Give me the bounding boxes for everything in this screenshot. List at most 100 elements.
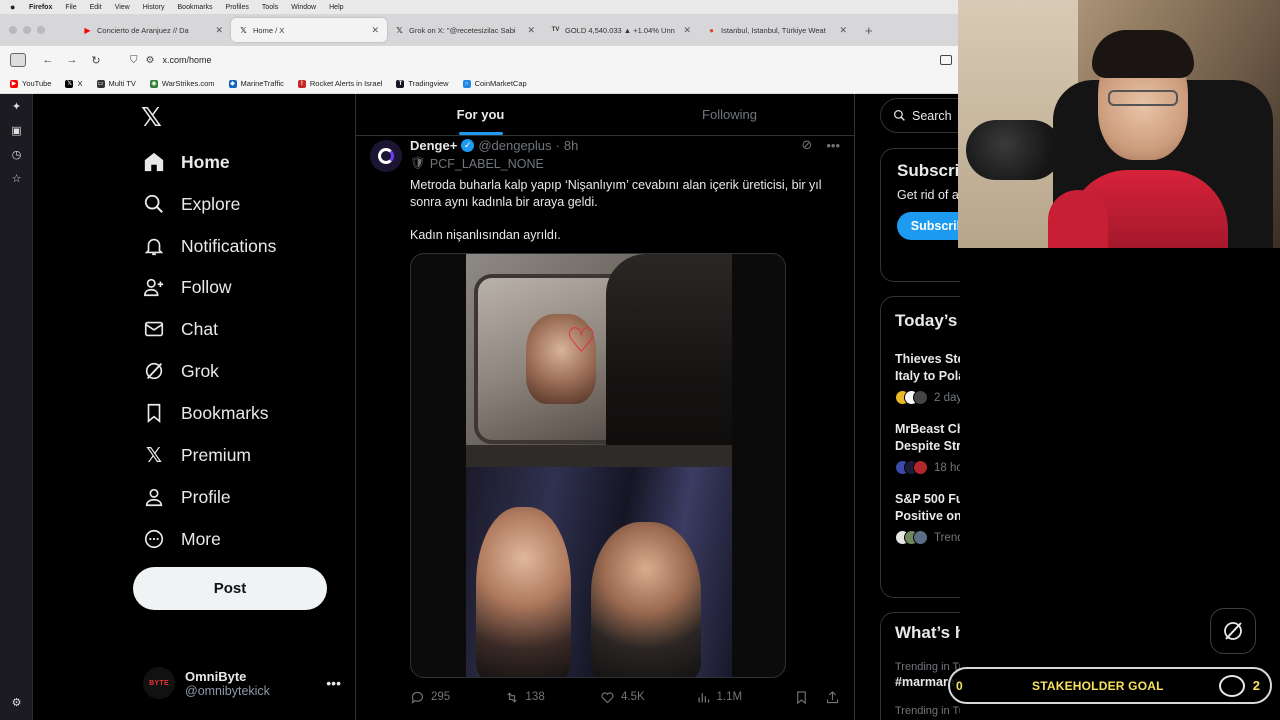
nav-explore[interactable]: Explore xyxy=(143,183,240,225)
nav-follow[interactable]: Follow xyxy=(143,266,232,308)
menu-help[interactable]: Help xyxy=(329,4,343,11)
search-icon xyxy=(894,110,905,121)
close-window-button[interactable] xyxy=(9,26,17,34)
x-logo-icon[interactable]: 𝕏 xyxy=(141,104,167,130)
browser-tab[interactable]: ▶ Concierto de Aranjuez // Da ✕ xyxy=(75,18,231,42)
share-icon[interactable] xyxy=(825,690,840,705)
bookmark-tradingview[interactable]: T Tradingview xyxy=(396,79,449,88)
menu-history[interactable]: History xyxy=(143,4,165,11)
views-button[interactable]: 1.1M xyxy=(696,690,794,705)
x-icon: 𝕏 xyxy=(396,25,403,35)
nav-label: Follow xyxy=(181,276,232,297)
nav-more[interactable]: More xyxy=(143,518,221,560)
grok-icon xyxy=(1224,622,1242,640)
volume-icon[interactable]: ▶ xyxy=(83,26,92,35)
tv-icon: ▭ xyxy=(96,79,105,88)
back-icon[interactable]: ← xyxy=(36,54,60,66)
browser-tab[interactable]: 𝕏 Grok on X: "@recetesizilac Sabi ✕ xyxy=(387,18,543,42)
whats-happening-card: What’s happening Trending in Turkey #mar… xyxy=(880,612,960,720)
bookmark-multi-tv[interactable]: ▭ Multi TV xyxy=(96,79,136,88)
menu-app[interactable]: Firefox xyxy=(29,4,52,11)
grok-floating-button[interactable] xyxy=(1210,608,1256,654)
reload-icon[interactable]: ↻ xyxy=(84,54,108,67)
bookmark-label: X xyxy=(77,79,83,88)
close-icon[interactable]: ✕ xyxy=(371,25,379,36)
close-icon[interactable]: ✕ xyxy=(215,25,223,36)
browser-tab-active[interactable]: 𝕏 Home / X ✕ xyxy=(231,18,387,42)
separator-dot: · xyxy=(555,137,560,153)
ship-icon: ◆ xyxy=(228,79,237,88)
tab-for-you[interactable]: For you xyxy=(356,94,605,135)
webcam-overlay xyxy=(958,0,1280,248)
browser-tab[interactable]: ● Istanbul, Istanbul, Türkiye Weat ✕ xyxy=(699,18,855,42)
menu-tools[interactable]: Tools xyxy=(262,4,278,11)
subscribe-button[interactable]: Subscribe xyxy=(897,212,960,240)
new-tab-icon[interactable]: + xyxy=(865,23,873,38)
shield-icon[interactable]: ⛉ xyxy=(130,55,138,66)
menu-profiles[interactable]: Profiles xyxy=(226,4,249,11)
tweet-time[interactable]: 8h xyxy=(564,138,578,153)
nav-profile[interactable]: Profile xyxy=(143,476,231,518)
reply-button[interactable]: 295 xyxy=(410,690,504,705)
nav-bookmarks[interactable]: Bookmarks xyxy=(143,392,269,434)
tweet-author-name[interactable]: Denge+ xyxy=(410,138,457,153)
menu-file[interactable]: File xyxy=(65,4,76,11)
bookmark-x[interactable]: 𝕏X xyxy=(65,79,83,88)
avatar[interactable] xyxy=(370,140,402,172)
more-dots-icon[interactable]: ••• xyxy=(326,675,341,691)
minimize-window-button[interactable] xyxy=(23,26,31,34)
repost-button[interactable]: 138 xyxy=(504,690,601,705)
tweet-author-handle[interactable]: @dengeplus xyxy=(478,138,551,153)
post-button[interactable]: Post xyxy=(133,567,327,610)
browser-tab[interactable]: TV GOLD 4,540.033 ▲ +1.04% Unn ✕ xyxy=(543,18,699,42)
close-icon[interactable]: ✕ xyxy=(839,25,847,36)
synced-tabs-icon[interactable]: ▣ xyxy=(0,118,33,142)
forward-icon[interactable]: → xyxy=(60,54,84,66)
tweet[interactable]: Denge+ ✓ @dengeplus · 8h ⊘ ••• 🛡 PCF_LAB… xyxy=(356,136,854,720)
bookmark-marinetraffic[interactable]: ◆ MarineTraffic xyxy=(228,79,284,88)
permissions-icon[interactable]: ⚙ xyxy=(146,55,155,66)
bookmark-youtube[interactable]: ▶ YouTube xyxy=(10,79,51,88)
apple-icon[interactable]: ● xyxy=(10,2,19,12)
account-switcher[interactable]: BYTE OmniByte @omnibytekick ••• xyxy=(143,660,341,706)
nav-label: Explore xyxy=(181,193,241,214)
bookmark-warstrikes[interactable]: ◉ WarStrikes.com xyxy=(149,79,215,88)
url-text[interactable]: x.com/home xyxy=(162,55,211,65)
news-item[interactable]: MrBeast Channel Faces 'Dying' Claims Des… xyxy=(895,421,960,475)
tab-following[interactable]: Following xyxy=(605,94,854,135)
bookmarks-star-icon[interactable]: ☆ xyxy=(0,166,33,190)
tweet-media[interactable]: ♡ xyxy=(410,253,786,678)
more-dots-icon[interactable]: ••• xyxy=(826,138,840,153)
nav-grok[interactable]: Grok xyxy=(143,350,219,392)
news-item[interactable]: S&P 500 Futures Erase All Losses and Tur… xyxy=(895,491,960,545)
bookmark-icon[interactable] xyxy=(794,690,809,705)
url-bar[interactable]: ⛉ ⚙ x.com/home xyxy=(130,55,940,66)
news-item[interactable]: Thieves Steal 12 Tons of KitKat Bars fro… xyxy=(895,351,960,405)
grok-icon[interactable]: ⊘ xyxy=(801,137,812,153)
menu-bookmarks[interactable]: Bookmarks xyxy=(178,4,213,11)
search-input[interactable]: Search xyxy=(880,98,960,133)
menu-view[interactable]: View xyxy=(115,4,130,11)
settings-icon[interactable]: ⚙ xyxy=(0,690,33,714)
menu-window[interactable]: Window xyxy=(291,4,316,11)
search-placeholder: Search xyxy=(912,108,952,123)
nav-home[interactable]: Home xyxy=(143,141,230,183)
analytics-icon xyxy=(698,692,709,702)
close-icon[interactable]: ✕ xyxy=(527,25,535,36)
close-icon[interactable]: ✕ xyxy=(683,25,691,36)
nav-premium[interactable]: 𝕏 Premium xyxy=(143,434,251,476)
sidebar-toggle-icon[interactable] xyxy=(10,53,26,67)
nav-label: Home xyxy=(181,151,230,172)
ai-chatbot-icon[interactable]: ✦ xyxy=(0,94,33,118)
like-button[interactable]: 4.5K xyxy=(600,690,696,705)
menu-edit[interactable]: Edit xyxy=(90,4,102,11)
history-icon[interactable]: ◷ xyxy=(0,142,33,166)
zoom-window-button[interactable] xyxy=(37,26,45,34)
nav-chat[interactable]: Chat xyxy=(143,308,218,350)
picture-in-picture-icon[interactable] xyxy=(940,55,952,65)
heart-icon xyxy=(601,691,614,703)
tweet-label: 🛡 PCF_LABEL_NONE xyxy=(410,156,840,171)
bookmark-rocket-alerts[interactable]: ! Rocket Alerts in Israel xyxy=(297,79,382,88)
bookmark-coinmarketcap[interactable]: ○ CoinMarketCap xyxy=(462,79,527,88)
nav-notifications[interactable]: Notifications xyxy=(143,225,276,267)
